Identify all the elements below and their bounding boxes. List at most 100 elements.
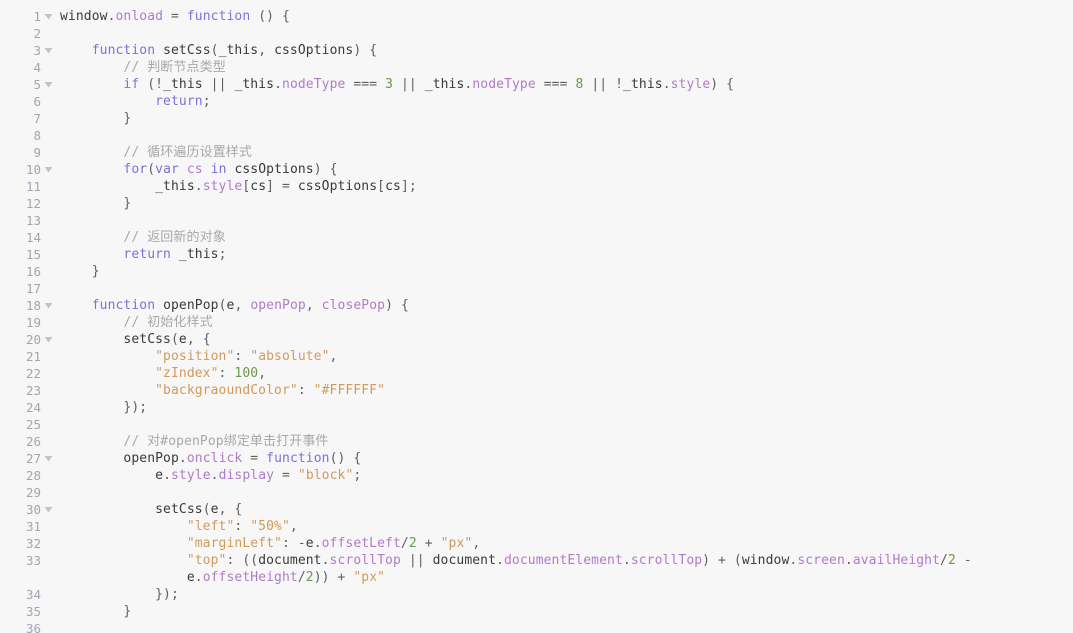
code-token: . — [178, 451, 187, 466]
gutter-continuation-row — [0, 569, 58, 586]
code-token: || — [591, 77, 608, 92]
code-token: , — [472, 536, 481, 551]
code-line[interactable]: } — [60, 195, 1073, 212]
code-token: ] — [266, 179, 282, 194]
fold-arrow-down-icon[interactable] — [42, 76, 55, 93]
fold-arrow-down-icon[interactable] — [42, 42, 55, 59]
code-token: ) { — [385, 298, 409, 313]
line-number: 14 — [25, 230, 41, 245]
code-editor[interactable]: 1 2 3 4 5 6 7 8 9 10 11 12 13 14 15 16 17 18 19 20 21 22 23 24 2… — [0, 0, 1073, 633]
code-line[interactable]: // 循环遍历设置样式 — [60, 144, 1073, 161]
code-line[interactable]: return; — [60, 93, 1073, 110]
fold-arrow-down-icon[interactable] — [42, 501, 55, 518]
code-token: , — [234, 298, 251, 313]
code-token: screen — [797, 553, 845, 568]
fold-arrow-down-icon[interactable] — [42, 161, 55, 178]
line-number: 28 — [25, 468, 41, 483]
code-line[interactable]: // 初始化样式 — [60, 314, 1073, 331]
code-line[interactable]: }); — [60, 399, 1073, 416]
code-token: _this — [623, 77, 663, 92]
code-line[interactable]: e.style.display = "block"; — [60, 467, 1073, 484]
gutter-row: 2 — [0, 25, 58, 42]
gutter-row: 24 — [0, 399, 58, 416]
code-token: onload — [115, 9, 164, 24]
gutter-row: 35 — [0, 603, 58, 620]
fold-placeholder — [42, 25, 55, 42]
gutter-row: 3 — [0, 42, 58, 59]
code-line[interactable]: _this.style[cs] = cssOptions[cs]; — [60, 178, 1073, 195]
code-line[interactable] — [60, 620, 1073, 633]
code-token: || — [408, 553, 425, 568]
code-line-continuation[interactable]: e.offsetHeight/2)) + "px" — [60, 569, 1073, 586]
code-line[interactable]: }); — [60, 586, 1073, 603]
gutter-row: 27 — [0, 450, 58, 467]
line-number: 8 — [33, 128, 41, 143]
code-line[interactable]: } — [60, 110, 1073, 127]
gutter-row: 28 — [0, 467, 58, 484]
gutter-row: 14 — [0, 229, 58, 246]
code-token: : — [234, 349, 251, 364]
fold-placeholder — [42, 110, 55, 127]
code-line[interactable]: window.onload = function () { — [60, 8, 1073, 25]
code-token: . — [313, 536, 322, 551]
code-line[interactable] — [60, 127, 1073, 144]
code-line[interactable]: "left": "50%", — [60, 518, 1073, 535]
code-line[interactable]: setCss(e, { — [60, 501, 1073, 518]
code-line[interactable]: "zIndex": 100, — [60, 365, 1073, 382]
code-line[interactable]: // 对#openPop绑定单击打开事件 — [60, 433, 1073, 450]
code-token: . — [321, 553, 330, 568]
code-token: () { — [250, 9, 290, 24]
code-line[interactable] — [60, 280, 1073, 297]
code-line[interactable]: "top": ((document.scrollTop || document.… — [60, 552, 1073, 569]
code-line[interactable]: setCss(e, { — [60, 331, 1073, 348]
code-line[interactable] — [60, 416, 1073, 433]
fold-arrow-down-icon[interactable] — [42, 297, 55, 314]
code-content-area[interactable]: window.onload = function () { function s… — [58, 0, 1073, 633]
line-number: 24 — [25, 400, 41, 415]
code-line[interactable] — [60, 484, 1073, 501]
fold-arrow-down-icon[interactable] — [42, 331, 55, 348]
code-line[interactable]: function setCss(_this, cssOptions) { — [60, 42, 1073, 59]
code-line[interactable]: openPop.onclick = function() { — [60, 450, 1073, 467]
fold-arrow-down-icon[interactable] — [42, 450, 55, 467]
code-line[interactable]: "marginLeft": -e.offsetLeft/2 + "px", — [60, 535, 1073, 552]
code-line[interactable]: } — [60, 263, 1073, 280]
fold-placeholder — [42, 518, 55, 535]
code-line[interactable]: // 返回新的对象 — [60, 229, 1073, 246]
line-number: 36 — [25, 621, 41, 633]
code-line[interactable]: function openPop(e, openPop, closePop) { — [60, 297, 1073, 314]
fold-placeholder — [42, 314, 55, 331]
code-token: "px" — [353, 570, 386, 585]
code-line[interactable]: } — [60, 603, 1073, 620]
code-line[interactable]: "backgraoundColor": "#FFFFFF" — [60, 382, 1073, 399]
code-token: ! — [615, 77, 624, 92]
code-token: cs — [385, 179, 401, 194]
code-line[interactable]: for(var cs in cssOptions) { — [60, 161, 1073, 178]
code-token: // 返回新的对象 — [123, 230, 226, 245]
code-line[interactable] — [60, 212, 1073, 229]
fold-arrow-down-icon[interactable] — [42, 8, 55, 25]
code-line[interactable]: return _this; — [60, 246, 1073, 263]
fold-placeholder — [42, 93, 55, 110]
code-line[interactable] — [60, 25, 1073, 42]
code-token: _this — [178, 247, 219, 262]
code-token: , — [258, 43, 275, 58]
gutter-row: 31 — [0, 518, 58, 535]
code-token: e — [305, 536, 314, 551]
code-token: } — [60, 604, 132, 619]
code-line[interactable]: "position": "absolute", — [60, 348, 1073, 365]
gutter-row: 21 — [0, 348, 58, 365]
code-line[interactable]: // 判断节点类型 — [60, 59, 1073, 76]
code-line[interactable]: if (!_this || _this.nodeType === 3 || _t… — [60, 76, 1073, 93]
code-token: style — [202, 179, 243, 194]
gutter-row: 26 — [0, 433, 58, 450]
